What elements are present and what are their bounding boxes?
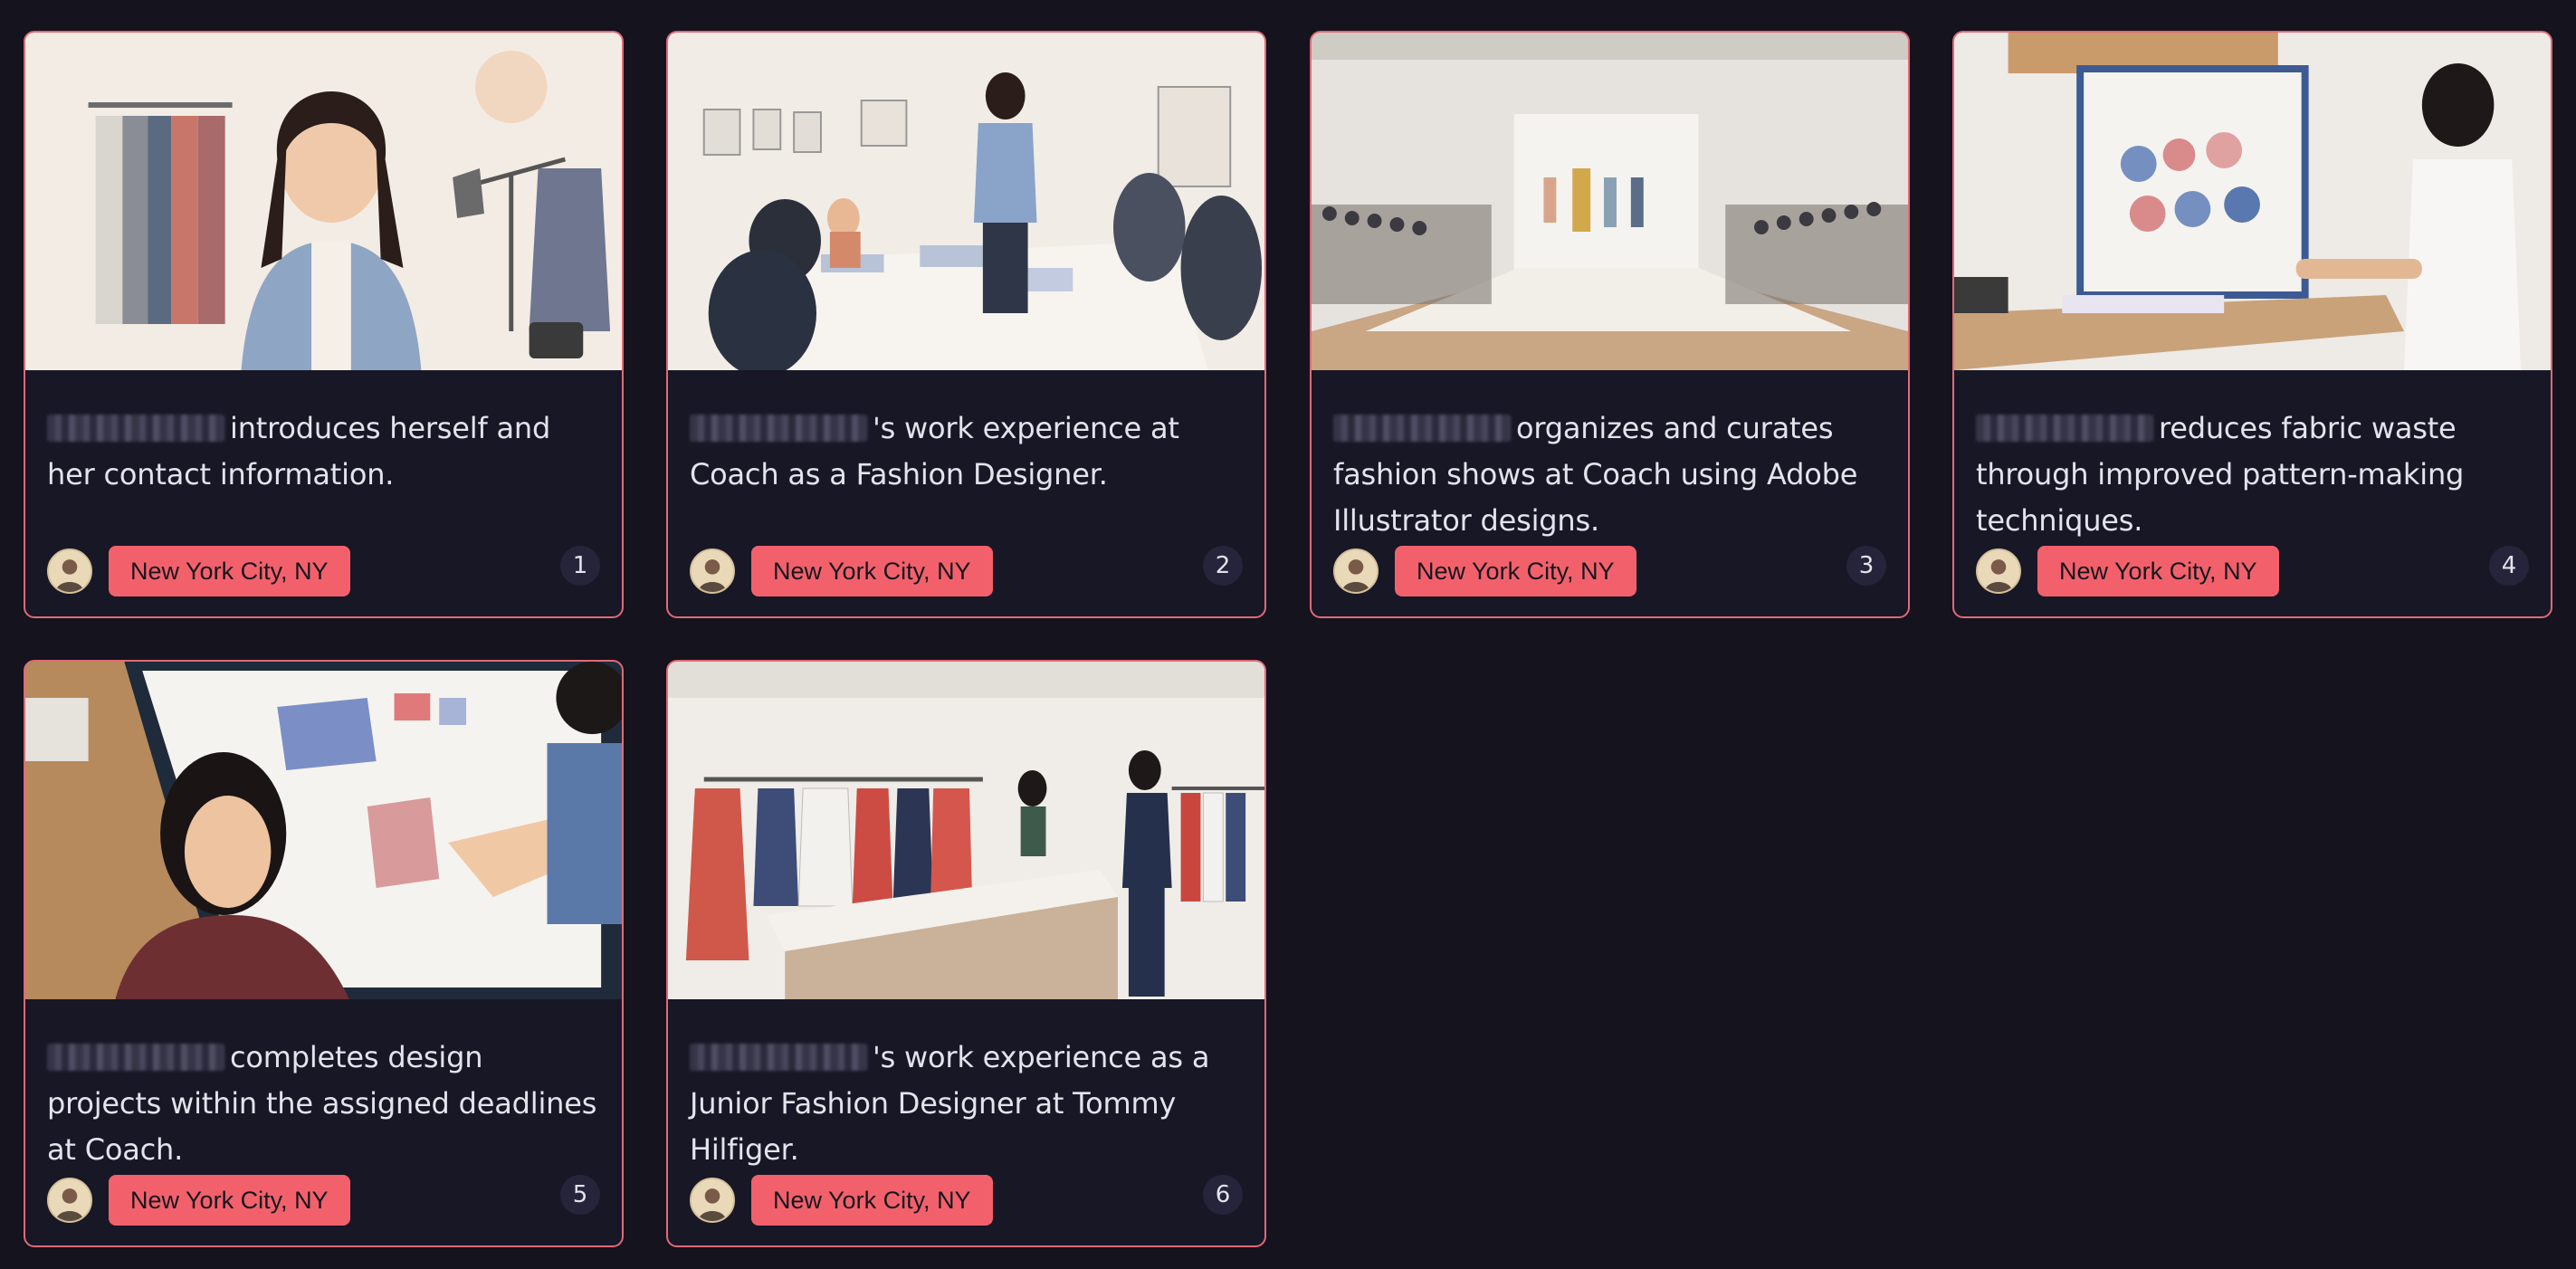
card-number: 6 bbox=[1203, 1175, 1243, 1215]
card-footer: New York City, NY 2 bbox=[690, 546, 1243, 596]
story-card[interactable]: completes design projects within the ass… bbox=[24, 660, 624, 1247]
card-footer: New York City, NY 4 bbox=[1976, 546, 2529, 596]
avatar[interactable] bbox=[690, 549, 735, 594]
story-card[interactable]: 's work experience at Coach as a Fashion… bbox=[666, 31, 1266, 618]
story-card[interactable]: organizes and curates fashion shows at C… bbox=[1310, 31, 1910, 618]
card-number: 5 bbox=[560, 1175, 600, 1215]
card-caption: introduces herself and her contact infor… bbox=[47, 406, 602, 498]
redacted-name bbox=[47, 415, 224, 442]
story-card[interactable]: reduces fabric waste through improved pa… bbox=[1952, 31, 2552, 618]
location-badge[interactable]: New York City, NY bbox=[109, 1175, 350, 1226]
card-number: 1 bbox=[560, 546, 600, 586]
card-number: 4 bbox=[2489, 546, 2529, 586]
avatar[interactable] bbox=[1333, 549, 1379, 594]
card-number: 3 bbox=[1846, 546, 1886, 586]
redacted-name bbox=[690, 1044, 867, 1071]
redacted-name bbox=[690, 415, 867, 442]
card-footer: New York City, NY 3 bbox=[1333, 546, 1886, 596]
story-card-grid: introduces herself and her contact infor… bbox=[0, 0, 2576, 1269]
card-caption: 's work experience as a Junior Fashion D… bbox=[690, 1035, 1245, 1173]
location-badge[interactable]: New York City, NY bbox=[109, 546, 350, 596]
card-number: 2 bbox=[1203, 546, 1243, 586]
card-footer: New York City, NY 6 bbox=[690, 1175, 1243, 1226]
avatar[interactable] bbox=[690, 1178, 735, 1223]
card-image bbox=[25, 662, 622, 999]
card-caption: completes design projects within the ass… bbox=[47, 1035, 602, 1173]
card-caption: 's work experience at Coach as a Fashion… bbox=[690, 406, 1245, 498]
card-footer: New York City, NY 1 bbox=[47, 546, 600, 596]
card-image bbox=[668, 33, 1264, 370]
story-card[interactable]: introduces herself and her contact infor… bbox=[24, 31, 624, 618]
redacted-name bbox=[47, 1044, 224, 1071]
redacted-name bbox=[1976, 415, 2153, 442]
card-image bbox=[668, 662, 1264, 999]
avatar[interactable] bbox=[47, 1178, 92, 1223]
card-caption: organizes and curates fashion shows at C… bbox=[1333, 406, 1888, 544]
avatar[interactable] bbox=[1976, 549, 2021, 594]
redacted-name bbox=[1333, 415, 1511, 442]
location-badge[interactable]: New York City, NY bbox=[751, 1175, 993, 1226]
card-image bbox=[1312, 33, 1908, 370]
card-image bbox=[1954, 33, 2551, 370]
location-badge[interactable]: New York City, NY bbox=[2037, 546, 2279, 596]
location-badge[interactable]: New York City, NY bbox=[751, 546, 993, 596]
card-image bbox=[25, 33, 622, 370]
card-caption: reduces fabric waste through improved pa… bbox=[1976, 406, 2531, 544]
story-card[interactable]: 's work experience as a Junior Fashion D… bbox=[666, 660, 1266, 1247]
avatar[interactable] bbox=[47, 549, 92, 594]
card-footer: New York City, NY 5 bbox=[47, 1175, 600, 1226]
location-badge[interactable]: New York City, NY bbox=[1395, 546, 1636, 596]
